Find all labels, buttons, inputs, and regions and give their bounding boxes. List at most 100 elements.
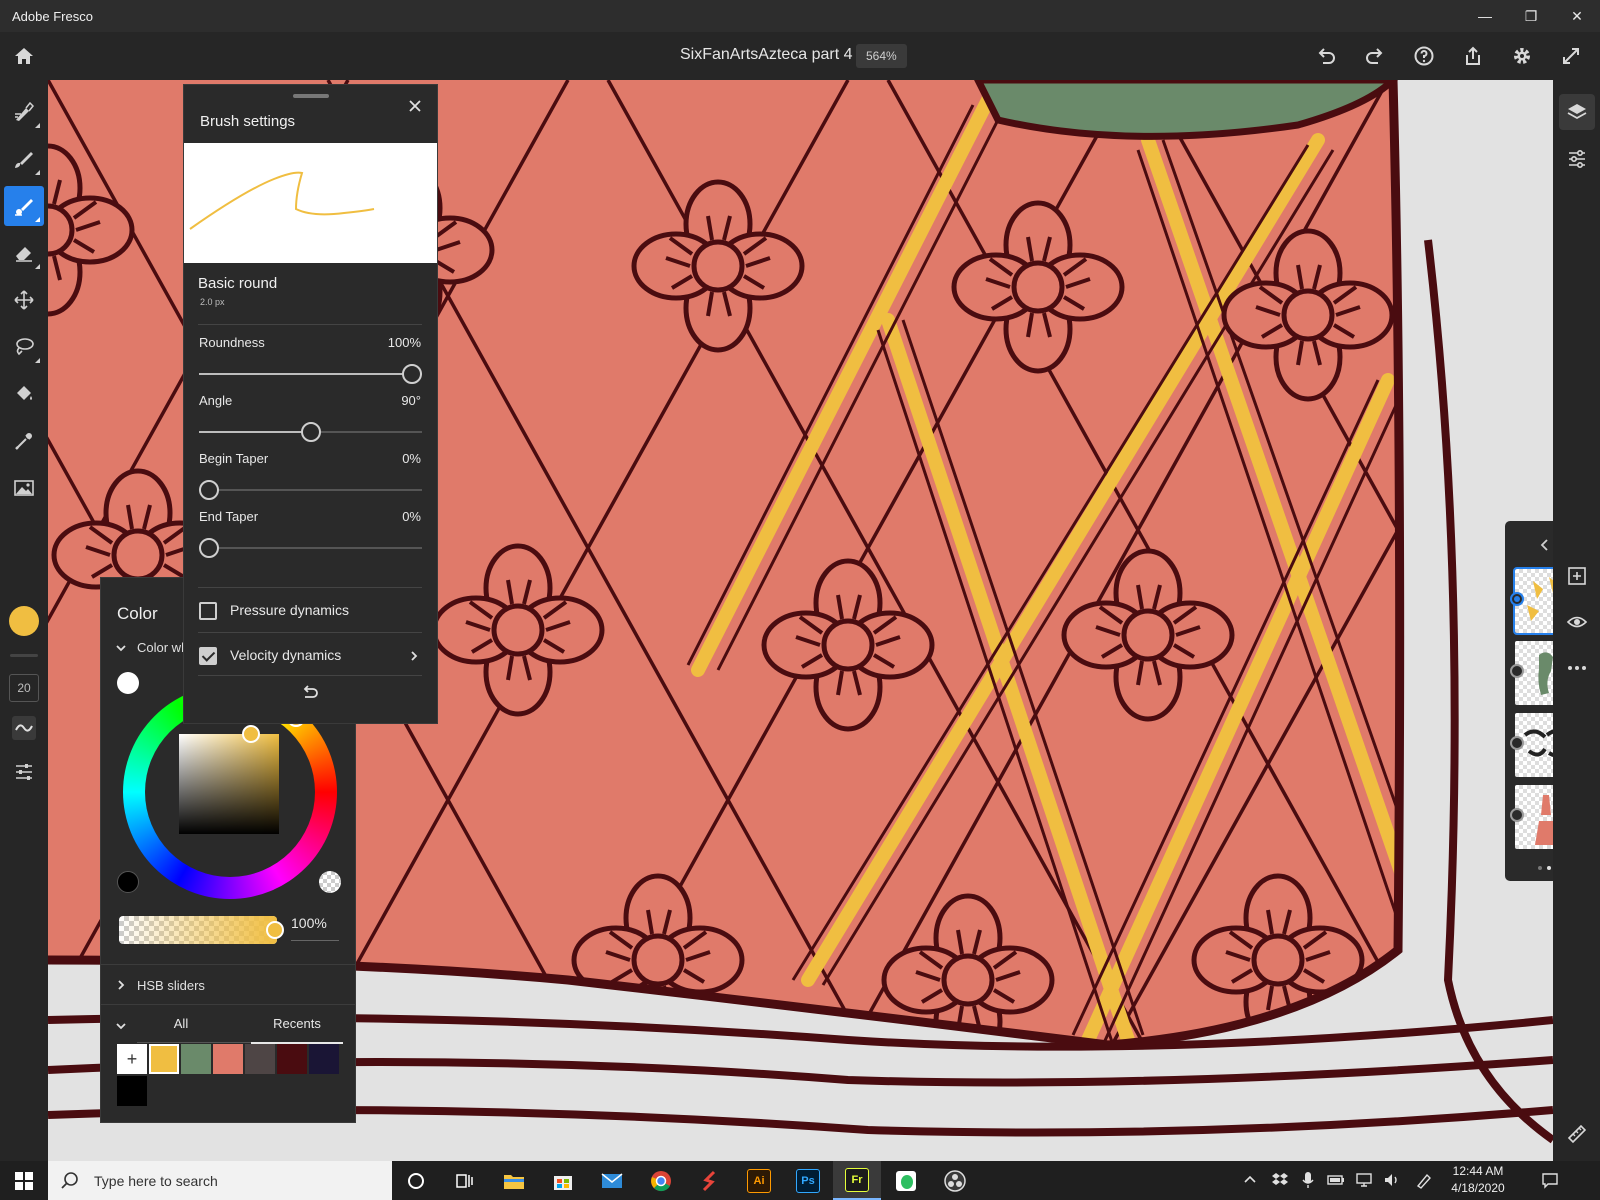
- live-brush-tool[interactable]: [4, 139, 44, 179]
- taskbar-app-chrome[interactable]: [637, 1161, 685, 1200]
- vector-brush-tool[interactable]: [4, 186, 44, 226]
- taskbar-app-photoshop[interactable]: Ps: [784, 1161, 832, 1200]
- color-swatch[interactable]: [213, 1044, 243, 1074]
- transparent-preset[interactable]: [319, 871, 341, 893]
- chevron-right-icon[interactable]: [115, 979, 127, 991]
- undo-button[interactable]: [1310, 40, 1341, 71]
- taskbar-app-mail[interactable]: [588, 1161, 636, 1200]
- saturation-brightness-square[interactable]: [179, 734, 279, 834]
- layer-page-dots[interactable]: [1538, 866, 1551, 870]
- brush-stabilizer-tool[interactable]: [4, 708, 44, 748]
- close-window-button[interactable]: ✕: [1554, 0, 1600, 32]
- taskbar-app-tool-s[interactable]: [686, 1161, 734, 1200]
- opacity-slider[interactable]: [119, 916, 277, 944]
- layer-visibility-radio[interactable]: [1510, 592, 1524, 606]
- clock-date: 4/18/2020: [1451, 1181, 1505, 1195]
- eraser-tool[interactable]: [4, 233, 44, 273]
- move-tool[interactable]: [4, 280, 44, 320]
- taskbar-app-obs[interactable]: [931, 1161, 979, 1200]
- brush-settings-tool[interactable]: [4, 752, 44, 792]
- taskbar-app-task-view[interactable]: [441, 1161, 489, 1200]
- opacity-knob[interactable]: [266, 921, 284, 939]
- page-dot-active[interactable]: [1547, 866, 1551, 870]
- redo-button[interactable]: [1359, 40, 1390, 71]
- brush-size-field[interactable]: 20: [9, 674, 39, 702]
- fullscreen-button[interactable]: [1555, 40, 1586, 71]
- color-swatch[interactable]: [277, 1044, 307, 1074]
- pressure-dynamics-checkbox[interactable]: [199, 602, 217, 620]
- tab-all[interactable]: All: [153, 1004, 209, 1044]
- image-tool[interactable]: [4, 468, 44, 508]
- white-preset[interactable]: [117, 672, 139, 694]
- eyedropper-tool[interactable]: [4, 421, 44, 461]
- show-hidden-icons-button[interactable]: [1240, 1170, 1260, 1190]
- slider-knob[interactable]: [199, 480, 219, 500]
- fill-tool[interactable]: [4, 374, 44, 414]
- chevron-down-icon[interactable]: [115, 1020, 127, 1032]
- add-layer-button[interactable]: [1559, 558, 1595, 594]
- minimize-button[interactable]: —: [1462, 0, 1508, 32]
- hsb-sliders-label[interactable]: HSB sliders: [137, 978, 205, 993]
- pen-tray-icon[interactable]: [1414, 1170, 1434, 1190]
- settings-button[interactable]: [1506, 40, 1537, 71]
- taskbar-app-store[interactable]: [539, 1161, 587, 1200]
- ruler-button[interactable]: [1559, 1116, 1595, 1152]
- battery-tray-icon[interactable]: [1326, 1170, 1346, 1190]
- home-button[interactable]: [10, 42, 38, 70]
- layer-visibility-radio[interactable]: [1510, 808, 1524, 822]
- velocity-dynamics-label[interactable]: Velocity dynamics: [230, 647, 341, 663]
- network-tray-icon[interactable]: [1354, 1170, 1374, 1190]
- opacity-value[interactable]: 100%: [291, 915, 327, 931]
- velocity-dynamics-checkbox[interactable]: [199, 647, 217, 665]
- dropbox-tray-icon[interactable]: [1270, 1170, 1290, 1190]
- help-button[interactable]: [1408, 40, 1439, 71]
- taskbar-search[interactable]: [48, 1161, 392, 1200]
- maximize-button[interactable]: ❐: [1508, 0, 1554, 32]
- share-button[interactable]: [1457, 40, 1488, 71]
- current-color-swatch[interactable]: [9, 606, 39, 636]
- layer-visibility-button[interactable]: [1559, 604, 1595, 640]
- lasso-tool[interactable]: [4, 327, 44, 367]
- search-input[interactable]: [94, 1172, 374, 1189]
- tab-recents[interactable]: Recents: [251, 1004, 343, 1044]
- close-brush-settings-button[interactable]: [406, 97, 424, 115]
- slider-track[interactable]: [199, 373, 422, 375]
- notifications-button[interactable]: [1540, 1170, 1560, 1190]
- black-preset[interactable]: [117, 871, 139, 893]
- layer-visibility-radio[interactable]: [1510, 736, 1524, 750]
- taskbar-app-illustrator[interactable]: Ai: [735, 1161, 783, 1200]
- chevron-right-icon[interactable]: [408, 650, 420, 662]
- drag-handle[interactable]: [293, 94, 329, 98]
- slider-knob[interactable]: [402, 364, 422, 384]
- color-swatch[interactable]: [181, 1044, 211, 1074]
- layers-button[interactable]: [1559, 94, 1595, 130]
- add-swatch-button[interactable]: +: [117, 1044, 147, 1074]
- reset-brush-button[interactable]: [298, 681, 322, 701]
- color-swatch[interactable]: [117, 1076, 147, 1106]
- taskbar-app-file-explorer[interactable]: [490, 1161, 538, 1200]
- layer-visibility-radio[interactable]: [1510, 664, 1524, 678]
- zoom-level[interactable]: 564%: [856, 44, 907, 68]
- collapse-layers-button[interactable]: [1531, 533, 1553, 557]
- slider-track[interactable]: [199, 489, 422, 491]
- color-swatch[interactable]: [149, 1044, 179, 1074]
- taskbar-app-cortana[interactable]: [392, 1161, 440, 1200]
- page-dot[interactable]: [1538, 866, 1542, 870]
- volume-tray-icon[interactable]: [1382, 1170, 1402, 1190]
- taskbar-clock[interactable]: 12:44 AM 4/18/2020: [1442, 1163, 1514, 1197]
- taskbar-app-evernote[interactable]: [882, 1161, 930, 1200]
- more-options-button[interactable]: [1559, 650, 1595, 686]
- microphone-tray-icon[interactable]: [1298, 1170, 1318, 1190]
- color-swatch[interactable]: [309, 1044, 339, 1074]
- slider-knob[interactable]: [300, 422, 321, 442]
- slider-knob[interactable]: [199, 538, 219, 558]
- layer-properties-button[interactable]: [1559, 141, 1595, 177]
- pixel-brush-tool[interactable]: [4, 92, 44, 132]
- saturation-knob[interactable]: [242, 725, 260, 743]
- start-button[interactable]: [0, 1161, 48, 1200]
- chevron-down-icon[interactable]: [115, 642, 127, 654]
- taskbar-app-fresco[interactable]: Fr: [833, 1161, 881, 1200]
- pressure-dynamics-label[interactable]: Pressure dynamics: [230, 602, 349, 618]
- slider-track[interactable]: [199, 547, 422, 549]
- color-swatch[interactable]: [245, 1044, 275, 1074]
